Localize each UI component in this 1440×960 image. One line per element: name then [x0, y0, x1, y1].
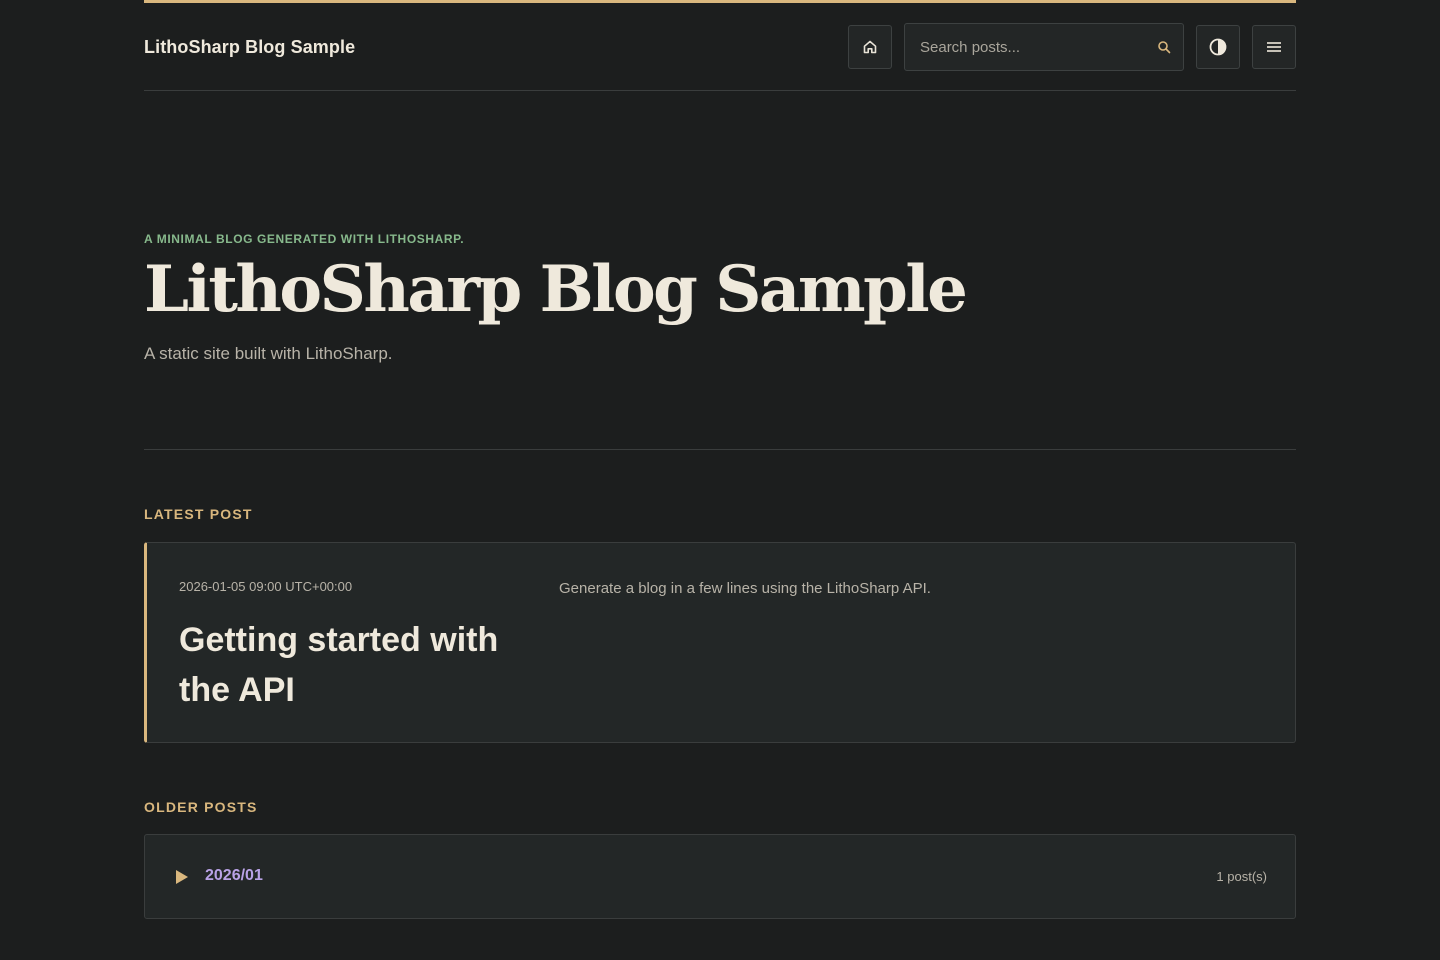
archive-group-toggle[interactable]: 2026/01 1 post(s) [144, 834, 1296, 919]
post-summary: Generate a blog in a few lines using the… [559, 580, 931, 597]
hero-eyebrow: A minimal blog generated with LithoSharp… [144, 232, 465, 246]
search-icon[interactable] [1157, 40, 1171, 54]
menu-button[interactable] [1252, 25, 1296, 69]
section-divider [144, 449, 1296, 450]
archive-post-count: 1 post(s) [1216, 869, 1267, 884]
post-title-link[interactable]: Getting started with the API [179, 615, 499, 715]
hero-title: LithoSharp Blog Sample [144, 252, 968, 327]
site-brand-link[interactable]: LithoSharp Blog Sample [144, 37, 355, 58]
older-posts-label: Older Posts [144, 799, 258, 815]
hero-subtitle: A static site built with LithoSharp. [144, 344, 393, 363]
home-button[interactable] [848, 25, 892, 69]
expand-triangle-icon [176, 870, 188, 884]
latest-post-card[interactable]: 2026-01-05 09:00 UTC+00:00 Getting start… [144, 542, 1296, 743]
contrast-icon [1209, 38, 1227, 56]
post-date: 2026-01-05 09:00 UTC+00:00 [179, 579, 353, 594]
menu-icon [1267, 42, 1281, 52]
search-input[interactable] [905, 24, 1145, 70]
search-box [904, 23, 1184, 71]
latest-post-label: Latest Post [144, 506, 253, 522]
theme-toggle-button[interactable] [1196, 25, 1240, 69]
archive-month-link[interactable]: 2026/01 [205, 867, 263, 885]
site-header: LithoSharp Blog Sample [144, 3, 1296, 91]
home-icon [863, 40, 877, 54]
